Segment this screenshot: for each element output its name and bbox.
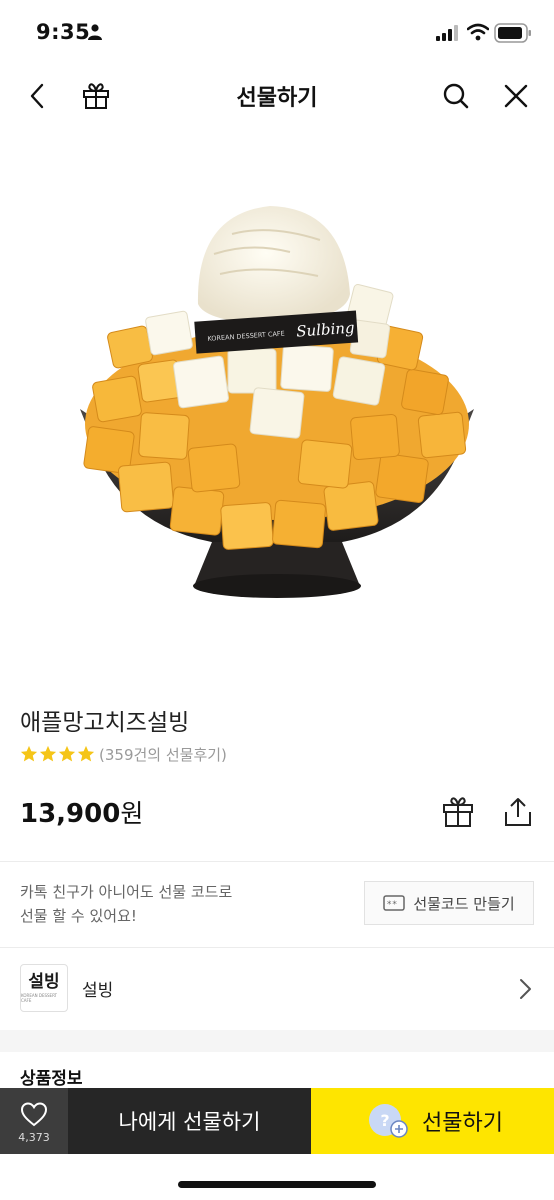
heart-icon	[20, 1102, 48, 1127]
friend-avatar-char: ?	[380, 1110, 390, 1130]
status-bar: 9:35	[0, 0, 554, 66]
product-price: 13,900원	[20, 794, 143, 830]
product-info-title: 상품정보	[20, 1069, 83, 1089]
battery-icon	[494, 23, 531, 43]
gift-to-self-label: 나에게 선물하기	[118, 1110, 261, 1134]
gift-code-notice: 카톡 친구가 아니어도 선물 코드로 선물 할 수 있어요!	[20, 880, 340, 928]
share-button[interactable]	[500, 794, 536, 830]
brand-logo: 설빙 KOREAN DESSERT CAFE	[20, 964, 68, 1012]
create-gift-code-button[interactable]: ** 선물코드 만들기	[364, 881, 534, 925]
product-image: KOREAN DESSERT CAFE Sulbing	[80, 206, 474, 598]
close-icon	[504, 84, 528, 108]
send-gift-button[interactable]: ? 선물하기	[311, 1088, 554, 1154]
signal-icon	[436, 25, 458, 41]
product-name: 애플망고치즈설빙	[20, 710, 190, 736]
home-indicator[interactable]	[178, 1181, 376, 1188]
price-unit: 원	[120, 799, 144, 828]
brand-name: 설빙	[82, 981, 114, 1001]
star-icon	[77, 745, 95, 762]
section-spacer	[0, 1030, 554, 1052]
divider	[0, 861, 554, 862]
svg-text:**: **	[387, 900, 398, 910]
star-icon	[20, 745, 38, 762]
price-value: 13,900	[20, 799, 121, 829]
person-icon	[88, 24, 102, 40]
star-icon	[58, 745, 76, 762]
brand-logo-sub: KOREAN DESSERT CAFE	[21, 993, 58, 1003]
like-count: 4,373	[18, 1131, 50, 1144]
bottom-action-bar: 4,373 나에게 선물하기 ? 선물하기	[0, 1088, 554, 1154]
gift-to-self-button[interactable]: 나에게 선물하기	[68, 1088, 311, 1154]
star-icon	[39, 745, 57, 762]
status-time: 9:35	[36, 20, 91, 44]
review-count-link[interactable]: (359건의 선물후기)	[99, 744, 227, 765]
create-gift-code-label: 선물코드 만들기	[413, 894, 515, 913]
rating-stars	[20, 745, 95, 763]
gift-icon	[443, 797, 473, 827]
gift-code-notice-line2: 선물 할 수 있어요!	[20, 907, 137, 925]
code-ticket-icon: **	[383, 895, 406, 911]
nav-bar: 선물하기	[0, 66, 554, 124]
chevron-right-icon	[520, 979, 531, 999]
gift-wrap-button[interactable]	[440, 794, 476, 830]
send-gift-label: 선물하기	[422, 1111, 503, 1136]
rating-row[interactable]: (359건의 선물후기)	[20, 743, 227, 765]
plus-circle-icon	[390, 1120, 408, 1138]
gift-code-notice-line1: 카톡 친구가 아니어도 선물 코드로	[20, 883, 233, 901]
close-button[interactable]	[496, 76, 536, 116]
wifi-icon	[467, 23, 489, 41]
brand-logo-text: 설빙	[28, 972, 60, 992]
like-button[interactable]: 4,373	[0, 1088, 68, 1154]
share-icon	[505, 798, 531, 826]
search-button[interactable]	[436, 76, 476, 116]
search-icon	[443, 83, 469, 109]
brand-row[interactable]: 설빙 KOREAN DESSERT CAFE 설빙	[0, 948, 554, 1030]
